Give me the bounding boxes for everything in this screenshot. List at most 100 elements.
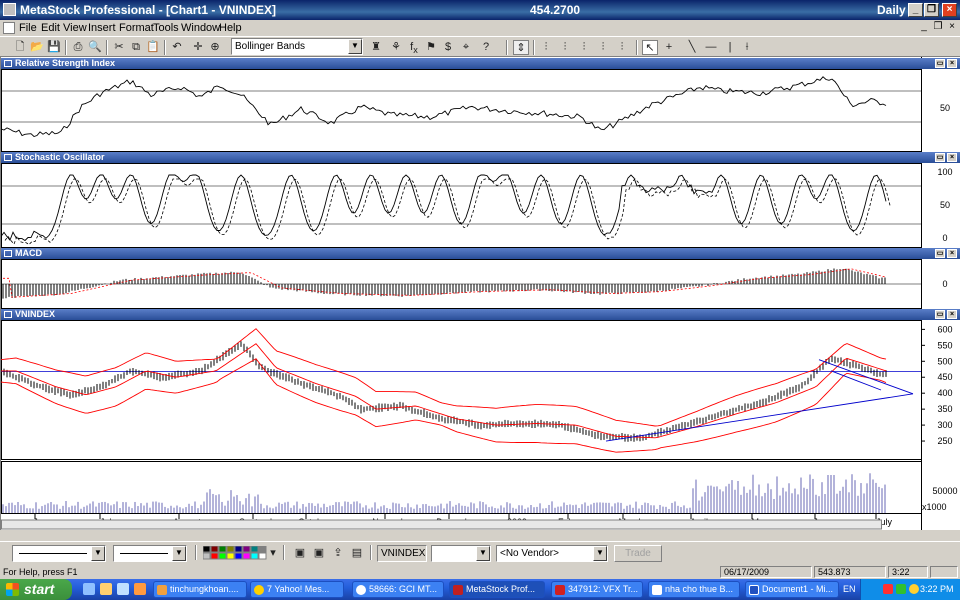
quicklaunch-icon[interactable] xyxy=(100,583,112,595)
stoch-close-icon[interactable]: × xyxy=(947,153,957,162)
print-icon[interactable]: ⎙ xyxy=(70,40,86,55)
quicklaunch-icon[interactable] xyxy=(83,583,95,595)
trendline-icon[interactable]: ╲ xyxy=(684,40,700,55)
macd-panel-header[interactable]: MACD ▭ × xyxy=(1,248,960,259)
save-icon[interactable]: 💾 xyxy=(46,40,62,55)
restore-button[interactable]: ❐ xyxy=(924,3,939,17)
price-panel-header[interactable]: VNINDEX ▭ × xyxy=(1,309,960,320)
line-style-select[interactable]: ▼ xyxy=(12,545,106,562)
menu-format[interactable]: Format xyxy=(119,22,154,34)
start-button[interactable]: start xyxy=(0,579,72,600)
system-tester-icon[interactable]: ⚑ xyxy=(423,40,439,55)
cross-icon[interactable]: + xyxy=(661,40,677,55)
candle-chart-icon[interactable]: ⫶ xyxy=(557,40,573,55)
line-weight-select[interactable]: ▼ xyxy=(113,545,187,562)
palette-swatch[interactable] xyxy=(226,552,235,560)
horizontal-line-icon[interactable]: — xyxy=(703,40,719,55)
menu-window[interactable]: Window xyxy=(181,22,220,34)
mdi-minimize-button[interactable]: _ xyxy=(918,21,930,33)
fibonacci-icon[interactable]: ⟊ xyxy=(739,40,755,55)
menu-insert[interactable]: Insert xyxy=(88,22,116,34)
export-icon[interactable]: ⇪ xyxy=(330,546,346,561)
palette-swatch[interactable] xyxy=(250,546,259,553)
task-gci[interactable]: 58666: GCI MT... xyxy=(352,581,444,598)
layout-icon[interactable]: ▣ xyxy=(311,546,327,561)
pointer-icon[interactable]: ↖ xyxy=(642,40,658,55)
equivolume-icon[interactable]: ⫶ xyxy=(614,40,630,55)
symbol-field[interactable]: VNINDEX xyxy=(377,545,427,562)
account-select[interactable]: ▼ xyxy=(431,545,491,562)
palette-swatch[interactable] xyxy=(218,546,227,553)
palette-swatch[interactable] xyxy=(203,546,211,553)
open-icon[interactable]: 📂 xyxy=(29,40,45,55)
copy-icon[interactable]: ⧉ xyxy=(128,40,144,55)
menu-file[interactable]: File xyxy=(19,22,37,34)
mdi-close-button[interactable]: × xyxy=(946,21,958,33)
indicator-select[interactable]: Bollinger Bands ▼ xyxy=(231,38,363,55)
close-button[interactable]: × xyxy=(942,3,957,17)
task-nha-cho-thue[interactable]: nha cho thue B... xyxy=(648,581,740,598)
dollar-icon[interactable]: $ xyxy=(440,40,456,55)
help-icon[interactable]: ? xyxy=(478,40,494,55)
task-vfx[interactable]: 347912: VFX Tr... xyxy=(551,581,643,598)
minimize-button[interactable]: _ xyxy=(908,3,923,17)
palette-swatch[interactable] xyxy=(242,546,251,553)
bar-chart-icon[interactable]: ⫶ xyxy=(538,40,554,55)
trade-button[interactable]: Trade xyxy=(614,545,662,562)
template-icon[interactable]: ▣ xyxy=(292,546,308,561)
palette-swatch[interactable] xyxy=(234,546,243,553)
binoculars-icon[interactable]: ⌖ xyxy=(458,40,474,55)
stoch-panel-header[interactable]: Stochastic Oscillator ▭ × xyxy=(1,152,960,163)
color-palette[interactable] xyxy=(203,546,267,561)
menu-tools[interactable]: Tools xyxy=(153,22,179,34)
menu-edit[interactable]: Edit xyxy=(41,22,60,34)
task-metastock[interactable]: MetaStock Prof... xyxy=(449,581,545,598)
palette-swatch[interactable] xyxy=(210,552,219,560)
undo-icon[interactable]: ↶ xyxy=(169,40,185,55)
zoom-icon[interactable]: ⊕ xyxy=(207,40,223,55)
chart-window[interactable]: 50 100 50 0 0 600 550 500 450 400 350 300 250 50000 x1… xyxy=(0,57,960,530)
print-preview-icon[interactable]: 🔍 xyxy=(87,40,103,55)
quicklaunch-icon[interactable] xyxy=(117,583,129,595)
palette-swatch[interactable] xyxy=(242,552,251,560)
color-dropdown-icon[interactable]: ▾ xyxy=(265,546,281,561)
palette-swatch[interactable] xyxy=(234,552,243,560)
rsi-panel-header[interactable]: Relative Strength Index ▭ × xyxy=(1,58,960,69)
cut-icon[interactable]: ✂ xyxy=(111,40,127,55)
palette-swatch[interactable] xyxy=(210,546,219,553)
task-yahoo[interactable]: 7 Yahoo! Mes... xyxy=(250,581,344,598)
tray-icon[interactable] xyxy=(883,584,893,594)
image-icon[interactable]: ▤ xyxy=(349,546,365,561)
macd-restore-icon[interactable]: ▭ xyxy=(935,249,945,258)
palette-swatch[interactable] xyxy=(226,546,235,553)
paste-icon[interactable]: 📋 xyxy=(145,40,161,55)
tray-icon[interactable] xyxy=(909,584,919,594)
vendor-select[interactable]: <No Vendor> ▼ xyxy=(496,545,608,562)
task-tinchungkhoan[interactable]: tinchungkhoan.... xyxy=(153,581,247,598)
palette-swatch[interactable] xyxy=(203,552,211,560)
rsi-restore-icon[interactable]: ▭ xyxy=(935,59,945,68)
macd-close-icon[interactable]: × xyxy=(947,249,957,258)
stoch-restore-icon[interactable]: ▭ xyxy=(935,153,945,162)
mdi-restore-button[interactable]: ❐ xyxy=(932,21,944,33)
palette-swatch[interactable] xyxy=(218,552,227,560)
tray-icon[interactable] xyxy=(896,584,906,594)
line-chart-icon[interactable]: ⫶ xyxy=(576,40,592,55)
task-document1[interactable]: Document1 - Mi... xyxy=(745,581,839,598)
quicklaunch-icon[interactable] xyxy=(134,583,146,595)
vertical-line-icon[interactable]: | xyxy=(722,40,738,55)
palette-swatch[interactable] xyxy=(250,552,259,560)
menu-view[interactable]: View xyxy=(63,22,87,34)
chart-canvas[interactable]: 50100500060055050045040035030025050000x1… xyxy=(1,57,960,530)
expert-icon[interactable]: ♜ xyxy=(368,40,384,55)
scroll-icon[interactable]: ⇕ xyxy=(513,40,529,55)
explorer-icon[interactable]: ⚘ xyxy=(388,40,404,55)
menu-help[interactable]: Help xyxy=(219,22,242,34)
crosshair-icon[interactable]: ✛ xyxy=(190,40,206,55)
language-indicator[interactable]: EN xyxy=(843,584,856,594)
rsi-close-icon[interactable]: × xyxy=(947,59,957,68)
point-figure-icon[interactable]: ⫶ xyxy=(595,40,611,55)
formula-icon[interactable]: fx xyxy=(406,40,422,55)
price-restore-icon[interactable]: ▭ xyxy=(935,310,945,319)
price-close-icon[interactable]: × xyxy=(947,310,957,319)
